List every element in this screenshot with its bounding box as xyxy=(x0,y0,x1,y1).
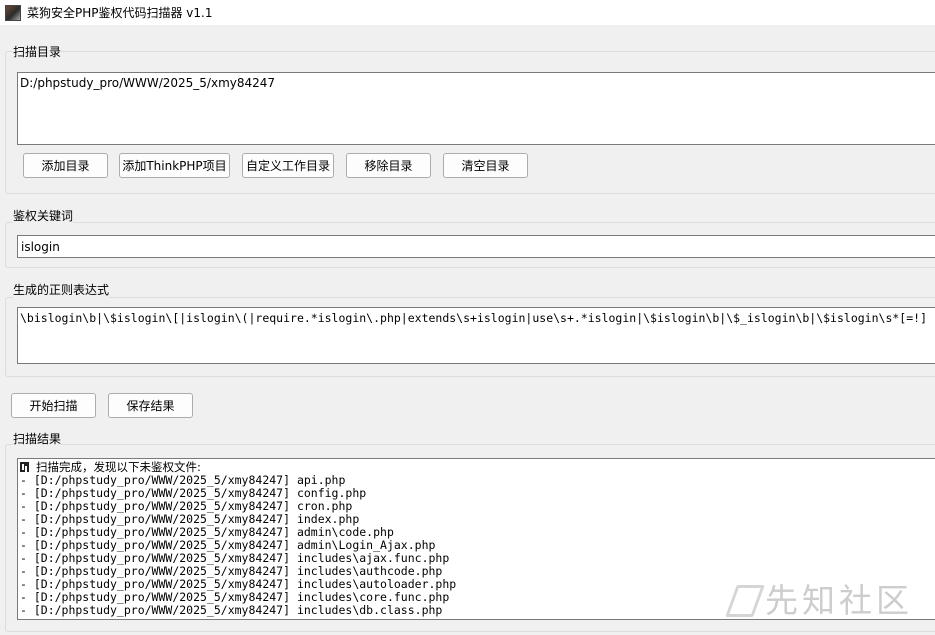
chart-icon xyxy=(20,462,29,472)
regex-value: \bislogin\b|\$islogin\[|islogin\(|requir… xyxy=(20,311,927,325)
window-title: 菜狗安全PHP鉴权代码扫描器 v1.1 xyxy=(27,6,213,20)
keyword-value: islogin xyxy=(21,240,60,254)
start-scan-button[interactable]: 开始扫描 xyxy=(11,393,96,418)
title-bar: 菜狗安全PHP鉴权代码扫描器 v1.1 xyxy=(0,0,935,25)
custom-dir-button[interactable]: 自定义工作目录 xyxy=(242,153,334,178)
scan-dir-list[interactable]: D:/phpstudy_pro/WWW/2025_5/xmy84247 xyxy=(17,72,935,145)
app-icon xyxy=(5,4,21,21)
regex-label: 生成的正则表达式 xyxy=(13,281,110,298)
scan-dir-label: 扫描目录 xyxy=(13,43,62,60)
watermark: 先知社区 xyxy=(727,574,913,622)
keyword-input[interactable]: islogin xyxy=(17,235,935,258)
add-thinkphp-button[interactable]: 添加ThinkPHP项目 xyxy=(119,153,230,178)
scan-dir-item[interactable]: D:/phpstudy_pro/WWW/2025_5/xmy84247 xyxy=(20,75,933,91)
results-header: 扫描完成，发现以下未鉴权文件: xyxy=(36,460,201,474)
watermark-logo-icon xyxy=(727,581,757,615)
regex-textarea[interactable]: \bislogin\b|\$islogin\[|islogin\(|requir… xyxy=(17,307,935,364)
add-dir-button[interactable]: 添加目录 xyxy=(23,153,108,178)
results-label: 扫描结果 xyxy=(13,430,62,447)
save-results-button[interactable]: 保存结果 xyxy=(108,393,193,418)
watermark-text: 先知社区 xyxy=(765,581,913,620)
keyword-label: 鉴权关键词 xyxy=(13,207,74,224)
remove-dir-button[interactable]: 移除目录 xyxy=(346,153,431,178)
clear-dir-button[interactable]: 清空目录 xyxy=(443,153,528,178)
